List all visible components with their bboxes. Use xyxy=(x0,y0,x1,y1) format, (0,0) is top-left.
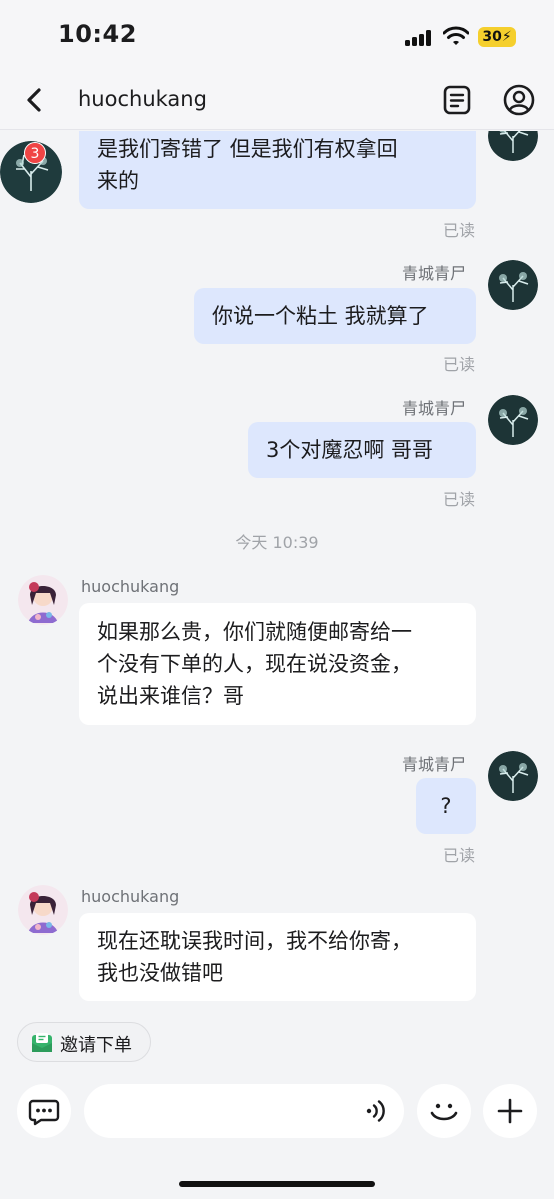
home-indicator xyxy=(179,1181,375,1187)
message-text: 我也没做错吧 xyxy=(97,961,223,985)
chat-menu-icon xyxy=(28,1099,60,1126)
my-avatar[interactable] xyxy=(488,131,538,161)
message-text: 你说一个粘土 我就算了 xyxy=(212,304,429,328)
note-icon[interactable] xyxy=(440,83,474,117)
plus-icon xyxy=(497,1098,523,1124)
battery-indicator: 30⚡ xyxy=(478,27,516,47)
message-text: 是我们寄错了 但是我们有权拿回 xyxy=(97,137,398,161)
read-receipt: 已读 xyxy=(443,355,476,374)
invite-order-label: 邀请下单 xyxy=(60,1035,132,1056)
contact-avatar[interactable] xyxy=(18,575,68,625)
message-text: 说出来谁信？哥 xyxy=(97,684,244,708)
status-time: 10:42 xyxy=(58,20,137,48)
read-receipt: 已读 xyxy=(443,221,476,240)
message-bubble[interactable]: 是我们寄错了 但是我们有权拿回 来的 xyxy=(79,131,476,209)
status-bar: 10:42 30⚡ xyxy=(0,0,554,72)
my-avatar[interactable] xyxy=(488,260,538,310)
message-text: 来的 xyxy=(97,169,139,193)
sender-name: 青城青尸 xyxy=(402,264,467,283)
read-receipt: 已读 xyxy=(443,846,476,865)
envelope-icon xyxy=(32,1033,52,1052)
message-text: 个没有下单的人，现在说没资金， xyxy=(97,652,412,676)
message-input[interactable] xyxy=(84,1084,404,1138)
plus-button[interactable] xyxy=(483,1084,537,1138)
contact-avatar[interactable] xyxy=(18,885,68,935)
sender-name: huochukang xyxy=(81,577,180,596)
message-bubble[interactable]: 如果那么贵，你们就随便邮寄给一 个没有下单的人，现在说没资金， 说出来谁信？哥 xyxy=(79,603,476,725)
my-avatar[interactable] xyxy=(488,395,538,445)
message-text: 3个对魔忍啊 哥哥 xyxy=(266,438,434,462)
message-text: ? xyxy=(440,794,452,818)
signal-icon xyxy=(405,30,433,46)
chat-header: huochukang xyxy=(0,72,554,130)
profile-icon[interactable] xyxy=(502,83,536,117)
timestamp-divider: 今天 10:39 xyxy=(235,533,319,552)
my-avatar[interactable] xyxy=(488,751,538,801)
wifi-icon xyxy=(443,26,469,45)
sender-name: 青城青尸 xyxy=(402,399,467,418)
emoji-icon xyxy=(430,1103,458,1121)
message-text: 如果那么贵，你们就随便邮寄给一 xyxy=(97,620,412,644)
unread-badge: 3 xyxy=(24,142,46,164)
message-bubble[interactable]: 你说一个粘土 我就算了 xyxy=(194,288,476,344)
sender-name: huochukang xyxy=(81,887,180,906)
chat-title: huochukang xyxy=(78,87,207,111)
read-receipt: 已读 xyxy=(443,490,476,509)
battery-level: 30 xyxy=(482,29,502,45)
message-bubble[interactable]: ? xyxy=(416,778,476,834)
emoji-button[interactable] xyxy=(417,1084,471,1138)
chevron-left-icon[interactable] xyxy=(20,84,50,116)
message-text: 现在还耽误我时间，我不给你寄， xyxy=(97,929,412,953)
message-bubble[interactable]: 3个对魔忍啊 哥哥 xyxy=(248,422,476,478)
sender-name: 青城青尸 xyxy=(402,755,467,774)
invite-order-button[interactable]: 邀请下单 xyxy=(17,1022,151,1062)
voice-icon[interactable] xyxy=(364,1099,388,1123)
message-list[interactable]: 3 是我们寄错了 但是我们有权拿回 来的 已读 青城青尸 你说一个粘土 我就算了… xyxy=(0,131,554,1009)
chat-menu-button[interactable] xyxy=(17,1084,71,1138)
message-bubble[interactable]: 现在还耽误我时间，我不给你寄， 我也没做错吧 xyxy=(79,913,476,1001)
